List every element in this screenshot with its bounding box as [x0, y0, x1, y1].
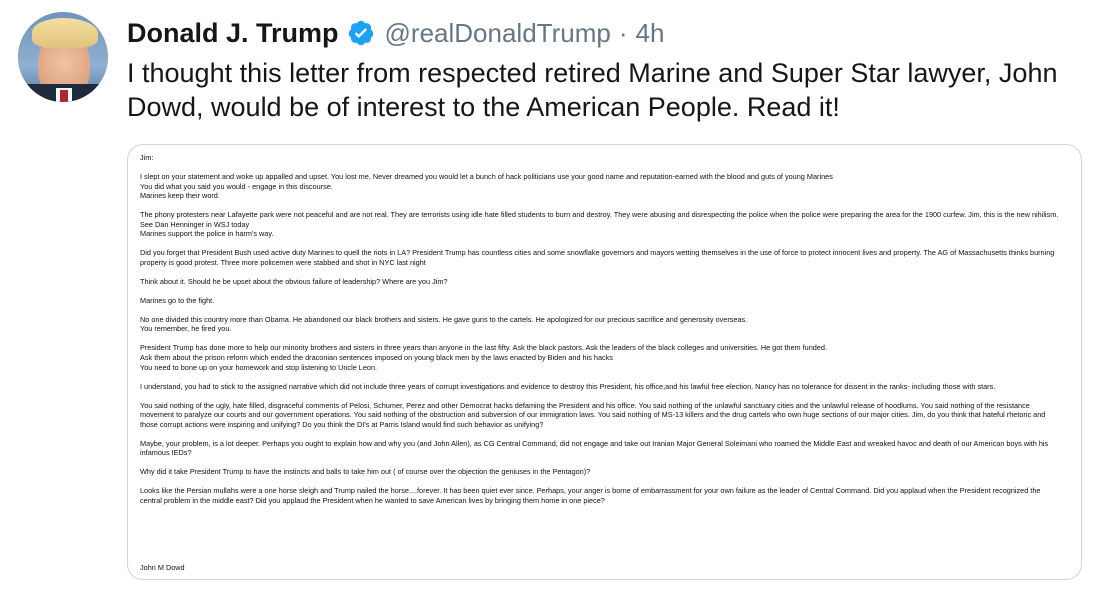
letter-paragraph: Marines go to the fight. [140, 296, 1060, 306]
author-handle[interactable]: @realDonaldTrump [385, 18, 611, 49]
letter-line: Marines go to the fight. [140, 295, 215, 305]
letter-body: Jim: I slept on your statement and woke u… [140, 153, 1060, 572]
letter-line: I understand, you had to stick to the as… [140, 381, 996, 391]
letter-paragraph: Did you forget that President Bush used … [140, 248, 1060, 267]
letter-line: Why did it take President Trump to have … [140, 467, 591, 477]
letter-paragraph: The phony protesters near Lafayette park… [140, 210, 1060, 239]
tweet-text: I thought this letter from respected ret… [127, 58, 1058, 122]
letter-paragraph: Why did it take President Trump to have … [140, 467, 1060, 477]
letter-line: Marines support the police in harm's way… [140, 229, 274, 239]
letter-paragraph: Jim: [140, 153, 1060, 163]
avatar-hair [32, 18, 98, 48]
letter-line: I slept on your statement and woke up ap… [140, 171, 833, 181]
letter-paragraph: Looks like the Persian mullahs were a on… [140, 486, 1060, 505]
letter-paragraph: I slept on your statement and woke up ap… [140, 172, 1060, 201]
letter-line: Did you forget that President Bush used … [140, 248, 1055, 267]
letter-line: Maybe, your problem, is a lot deeper. Pe… [140, 438, 1049, 458]
avatar-tie [60, 90, 68, 102]
letter-paragraph: I understand, you had to stick to the as… [140, 382, 1060, 392]
letter-line: President Trump has done more to help ou… [140, 343, 827, 353]
letter-line: Marines keep their word. [140, 191, 220, 201]
letter-line: You need to bone up on your homework and… [140, 362, 378, 372]
letter-paragraph: You said nothing of the ugly, hate fille… [140, 401, 1060, 430]
letter-paragraph: No one divided this country more than Ob… [140, 315, 1060, 334]
tweet-timestamp[interactable]: 4h [636, 18, 665, 49]
letter-line: Think about it. Should he be upset about… [140, 276, 448, 286]
tweet-header: Donald J. Trump @realDonaldTrump · 4h [127, 15, 664, 51]
letter-line: You remember, he fired you. [140, 324, 232, 334]
letter-paragraph: Maybe, your problem, is a lot deeper. Pe… [140, 439, 1060, 458]
letter-line: The phony protesters near Lafayette park… [140, 210, 1059, 229]
verified-badge-icon [348, 20, 373, 46]
letter-paragraph: Think about it. Should he be upset about… [140, 277, 1060, 287]
author-avatar[interactable] [18, 12, 108, 102]
letter-signature: John M Dowd [140, 563, 185, 572]
letter-line: Ask them about the prison reform which e… [140, 353, 613, 363]
letter-line: You did what you said you would - engage… [140, 181, 333, 191]
letter-line: You said nothing of the ugly, hate fille… [140, 400, 1046, 429]
author-name[interactable]: Donald J. Trump [127, 18, 339, 49]
letter-paragraph: President Trump has done more to help ou… [140, 343, 1060, 372]
attached-letter-image[interactable]: Jim: I slept on your statement and woke u… [127, 144, 1082, 580]
letter-line: Looks like the Persian mullahs were a on… [140, 486, 1041, 505]
separator-dot: · [618, 17, 628, 48]
letter-line: No one divided this country more than Ob… [140, 314, 748, 324]
letter-line: Jim: [140, 153, 154, 162]
